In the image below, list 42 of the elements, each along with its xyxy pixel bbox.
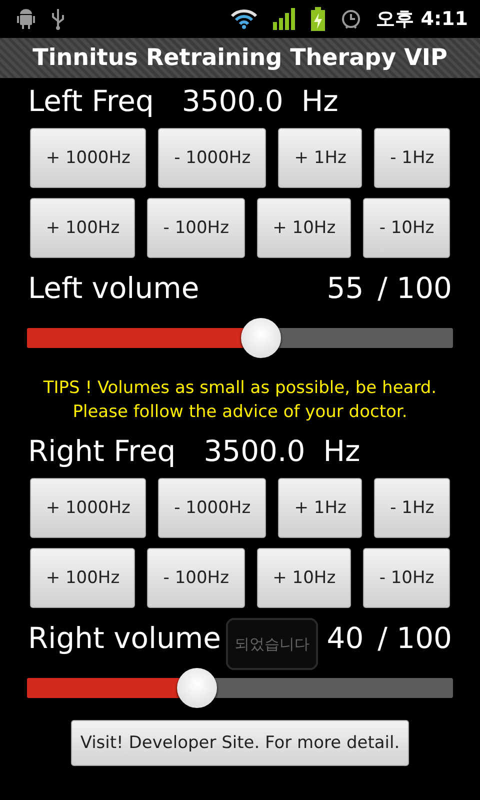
- freq-step-button[interactable]: + 100Hz: [30, 548, 136, 608]
- developer-site-button[interactable]: Visit! Developer Site. For more detail.: [71, 720, 409, 766]
- battery-charging-icon: [310, 7, 326, 31]
- freq-step-button[interactable]: - 10Hz: [363, 198, 450, 258]
- slider-thumb[interactable]: [241, 318, 282, 358]
- toast: 되었습니다: [226, 618, 318, 670]
- volume-value: 40: [326, 621, 364, 655]
- clock-time: 오후 4:11: [376, 7, 468, 32]
- freq-unit: Hz: [323, 434, 360, 468]
- volume-label: Left volume: [28, 271, 200, 305]
- alarm-clock-icon: [340, 8, 362, 30]
- wifi-icon: [230, 8, 258, 30]
- tip-text: Please follow the advice of your doctor.: [72, 401, 408, 424]
- freq-step-button[interactable]: - 10Hz: [363, 548, 450, 608]
- usb-icon: [50, 7, 66, 31]
- freq-unit: Hz: [301, 84, 338, 118]
- volume-value: 55: [326, 271, 364, 305]
- freq-step-button[interactable]: - 1000Hz: [158, 128, 266, 188]
- tip-text: TIPS ! Volumes as small as possible, be heard.: [42, 377, 438, 400]
- freq-step-button[interactable]: + 1000Hz: [30, 478, 146, 538]
- freq-step-button[interactable]: + 10Hz: [256, 548, 352, 608]
- signal-icon: [272, 8, 296, 30]
- freq-label: Left Freq: [28, 84, 154, 118]
- freq-value: 3500.0: [182, 84, 284, 118]
- freq-step-button[interactable]: + 1000Hz: [30, 128, 146, 188]
- android-icon: [16, 8, 36, 30]
- freq-step-button[interactable]: + 100Hz: [30, 198, 136, 258]
- volume-max: / 100: [378, 621, 452, 655]
- freq-step-button[interactable]: + 1Hz: [278, 478, 362, 538]
- slider-thumb[interactable]: [177, 668, 218, 708]
- freq-step-button[interactable]: - 1Hz: [374, 478, 450, 538]
- freq-value: 3500.0: [204, 434, 306, 468]
- freq-step-button[interactable]: - 1000Hz: [158, 478, 266, 538]
- volume-max: / 100: [378, 271, 452, 305]
- freq-step-button[interactable]: - 100Hz: [147, 198, 245, 258]
- volume-label: Right volume: [28, 621, 222, 655]
- freq-label: Right Freq: [28, 434, 176, 468]
- freq-step-button[interactable]: - 1Hz: [374, 128, 450, 188]
- app-title: Tinnitus Retraining Therapy VIP: [32, 45, 448, 71]
- freq-step-button[interactable]: + 10Hz: [256, 198, 352, 258]
- freq-step-button[interactable]: + 1Hz: [278, 128, 362, 188]
- freq-step-button[interactable]: - 100Hz: [147, 548, 245, 608]
